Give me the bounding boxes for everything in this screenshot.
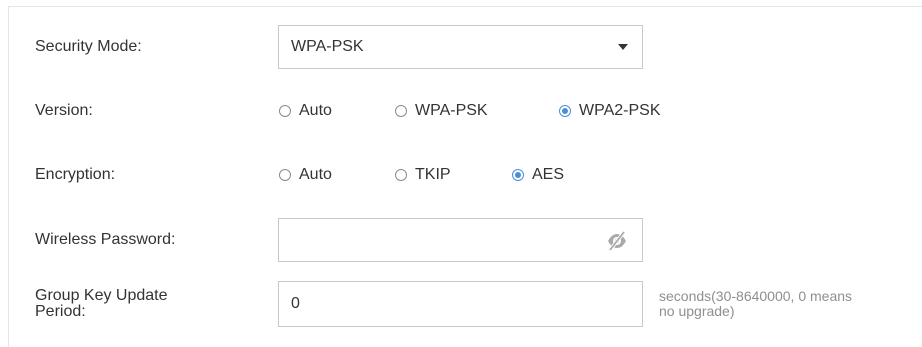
version-option-label: WPA-PSK: [415, 102, 488, 119]
group-key-label-line1: Group Key Update: [35, 287, 168, 304]
group-key-period-input[interactable]: 0: [278, 281, 643, 327]
version-option-wpa2-psk[interactable]: WPA2-PSK: [559, 101, 661, 121]
wireless-security-panel: Security Mode: WPA-PSK Version: Auto WPA…: [8, 6, 922, 347]
version-option-label: Auto: [299, 102, 332, 119]
encryption-option-label: TKIP: [415, 166, 451, 183]
encryption-row: Encryption: Auto TKIP AES: [9, 165, 922, 185]
group-key-hint-line1: seconds(30-8640000, 0 means: [659, 288, 853, 304]
security-mode-label: Security Mode:: [35, 38, 142, 55]
group-key-hint: seconds(30-8640000, 0 means no upgrade): [659, 289, 922, 319]
wireless-password-row: Wireless Password:: [9, 218, 922, 262]
eye-slash-icon[interactable]: [606, 231, 628, 251]
encryption-option-tkip[interactable]: TKIP: [395, 165, 451, 185]
radio-button-checked-icon[interactable]: [559, 105, 571, 117]
encryption-option-aes[interactable]: AES: [512, 165, 564, 185]
wireless-password-label: Wireless Password:: [35, 231, 176, 248]
security-mode-value: WPA-PSK: [291, 38, 364, 55]
version-option-auto[interactable]: Auto: [279, 101, 332, 121]
group-key-label: Group Key Update Period:: [35, 288, 168, 320]
wireless-password-input[interactable]: [278, 218, 643, 262]
version-label: Version:: [35, 102, 93, 119]
version-option-wpa-psk[interactable]: WPA-PSK: [395, 101, 488, 121]
encryption-label: Encryption:: [35, 166, 116, 183]
group-key-hint-line2: no upgrade): [659, 303, 735, 319]
security-mode-row: Security Mode: WPA-PSK: [9, 25, 922, 69]
encryption-option-label: Auto: [299, 166, 332, 183]
encryption-option-label: AES: [532, 166, 565, 183]
group-key-label-line2: Period:: [35, 303, 86, 320]
radio-button-checked-icon[interactable]: [512, 169, 524, 181]
caret-down-icon: [618, 44, 628, 50]
encryption-option-auto[interactable]: Auto: [279, 165, 332, 185]
security-mode-select[interactable]: WPA-PSK: [278, 25, 643, 69]
group-key-row: Group Key Update Period: 0 seconds(30-86…: [9, 281, 922, 327]
version-option-label: WPA2-PSK: [579, 102, 661, 119]
group-key-period-value: 0: [291, 295, 300, 312]
radio-button-icon[interactable]: [279, 169, 291, 181]
radio-button-icon[interactable]: [395, 105, 407, 117]
radio-button-icon[interactable]: [279, 105, 291, 117]
radio-button-icon[interactable]: [395, 169, 407, 181]
version-row: Version: Auto WPA-PSK WPA2-PSK: [9, 101, 922, 121]
